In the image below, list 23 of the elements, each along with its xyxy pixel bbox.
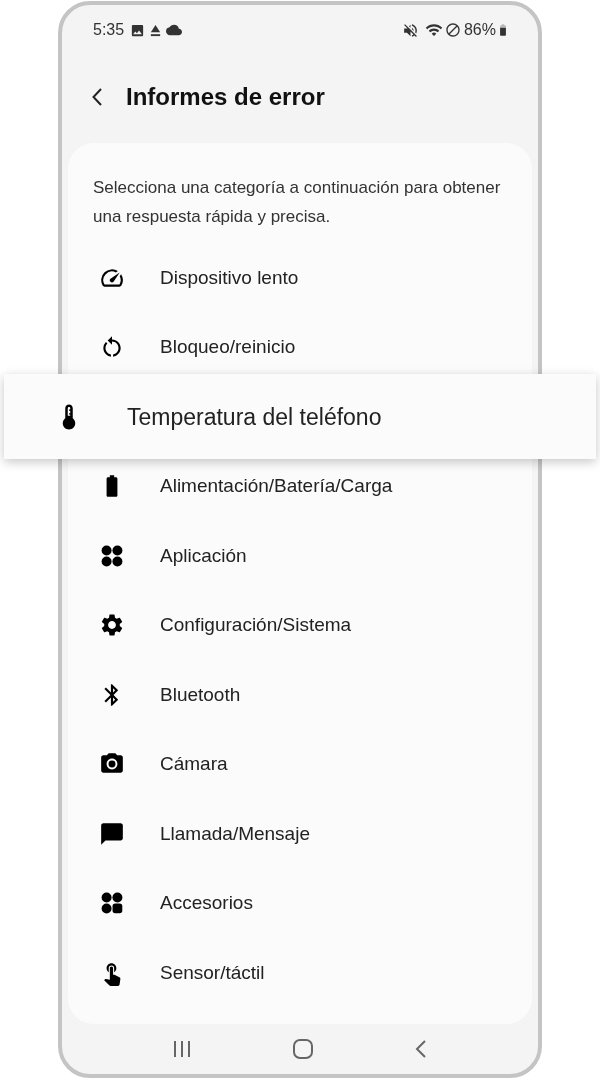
category-item[interactable]: Configuración/Sistema	[68, 590, 532, 660]
category-item[interactable]: Accesorios	[68, 868, 532, 938]
category-item[interactable]: Bloqueo/reinicio	[68, 312, 532, 375]
image-icon	[130, 22, 146, 38]
battery-percent: 86%	[463, 20, 496, 40]
category-item[interactable]: Sensor/táctil	[68, 938, 532, 1008]
category-item[interactable]: Temperatura del teléfono	[4, 374, 596, 460]
cloud-icon	[166, 22, 183, 38]
home-icon[interactable]	[292, 1037, 314, 1060]
category-item[interactable]: Dispositivo lento	[68, 243, 532, 313]
description-text: Selecciona una categoría a continuación para obtener una respuesta rápida y precisa.	[92, 177, 502, 228]
page-title: Informes de error	[126, 82, 325, 112]
recents-icon[interactable]	[172, 1039, 192, 1058]
category-item[interactable]: Llamada/Mensaje	[68, 799, 532, 869]
wifi-icon	[424, 21, 443, 39]
category-item[interactable]: Aplicación	[68, 521, 532, 591]
back-icon[interactable]	[92, 88, 102, 106]
category-item[interactable]: Bluetooth	[68, 660, 532, 730]
category-item[interactable]: Cámara	[68, 729, 532, 799]
block-icon	[444, 22, 461, 38]
category-item[interactable]: Alimentación/Batería/Carga	[68, 459, 532, 521]
chat-bubble-icon	[99, 820, 125, 847]
status-time: 5:35	[93, 20, 125, 40]
